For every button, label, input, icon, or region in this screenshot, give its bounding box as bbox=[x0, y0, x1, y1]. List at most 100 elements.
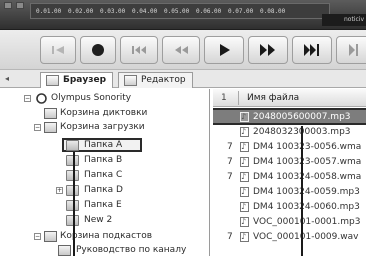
audio-file-icon bbox=[240, 200, 249, 214]
file-name: DM4 100324-0060.mp3 bbox=[253, 202, 360, 212]
skip-back-icon bbox=[132, 46, 146, 54]
time-scale: 0.01.00 0.02.00 0.03.00 0.04.00 0.05.00 … bbox=[36, 8, 288, 15]
tree-item-new-2[interactable]: New 2 bbox=[0, 214, 200, 227]
table-row[interactable]: DM4 100324-0060.mp3 bbox=[213, 200, 366, 214]
audio-file-icon bbox=[240, 125, 249, 139]
column-header-number[interactable]: 1 bbox=[221, 93, 227, 103]
table-row[interactable]: 2048032300003.mp3 bbox=[213, 125, 366, 139]
file-name: VOC_000101-0001.mp3 bbox=[253, 217, 361, 227]
scale-mark: 0.02.00 bbox=[68, 8, 94, 15]
scale-mark: 0.07.00 bbox=[228, 8, 254, 15]
record-button[interactable] bbox=[80, 36, 116, 64]
tray-icon bbox=[44, 108, 57, 119]
tree-item-folder-c[interactable]: Папка C bbox=[0, 169, 200, 182]
collapse-icon[interactable]: − bbox=[34, 124, 41, 131]
row-number: 7 bbox=[227, 232, 233, 242]
rewind-icon bbox=[175, 46, 188, 54]
collapse-icon[interactable]: − bbox=[34, 233, 41, 240]
callout-line bbox=[301, 126, 303, 256]
audio-file-icon bbox=[240, 170, 249, 184]
column-header-filename[interactable]: Имя файла bbox=[247, 93, 299, 103]
tree-label: Корзина диктовки bbox=[60, 108, 148, 118]
play-icon bbox=[220, 44, 230, 56]
fast-forward-button[interactable] bbox=[248, 36, 288, 64]
tab-label: Браузер bbox=[63, 75, 107, 85]
list-header: 1 Имя файла bbox=[213, 89, 366, 107]
browser-icon bbox=[46, 75, 59, 86]
table-row[interactable]: VOC_000101-0001.mp3 bbox=[213, 215, 366, 229]
row-number: 7 bbox=[227, 157, 233, 167]
tree-item-folder-b[interactable]: Папка B bbox=[0, 154, 200, 167]
tree-item-dictation[interactable]: Корзина диктовки bbox=[0, 107, 200, 120]
tree-item-download[interactable]: − Корзина загрузки bbox=[0, 121, 200, 134]
skip-forward-button[interactable] bbox=[292, 36, 332, 64]
tree-label: Папка E bbox=[84, 200, 122, 210]
tab-editor[interactable]: Редактор bbox=[118, 72, 193, 88]
audio-file-icon bbox=[240, 215, 249, 229]
scale-mark: 0.06.00 bbox=[196, 8, 222, 15]
rewind-button[interactable] bbox=[162, 36, 200, 64]
tree-label: Корзина загрузки bbox=[60, 122, 145, 132]
scale-mark: 0.05.00 bbox=[164, 8, 190, 15]
scale-mark: 0.01.00 bbox=[36, 8, 62, 15]
window-nub bbox=[16, 2, 24, 9]
table-row[interactable]: DM4 100324-0059.mp3 bbox=[213, 185, 366, 199]
folder-icon bbox=[66, 140, 79, 151]
skip-to-start-icon bbox=[52, 46, 64, 54]
tree-label: Папка D bbox=[84, 185, 123, 195]
tree-item-podcasts[interactable]: − Корзина подкастов bbox=[0, 230, 200, 243]
audio-file-icon bbox=[240, 155, 249, 169]
row-number: 7 bbox=[227, 172, 233, 182]
tree-label: Руководство по каналу bbox=[76, 245, 187, 255]
scale-mark: 0.04.00 bbox=[132, 8, 158, 15]
tab-label: Редактор bbox=[141, 75, 186, 85]
tree-label: Папка C bbox=[84, 170, 123, 180]
view-tabs: ◂ Браузер Редактор bbox=[0, 70, 366, 88]
file-name: DM4 100323-0057.wma bbox=[253, 157, 362, 167]
next-button[interactable] bbox=[336, 36, 366, 64]
table-row[interactable]: 7 DM4 100323-0056.wma bbox=[213, 140, 366, 154]
skip-end-icon bbox=[349, 44, 358, 56]
display-panel: 0.01.00 0.02.00 0.03.00 0.04.00 0.05.00 … bbox=[0, 0, 366, 30]
sonority-icon bbox=[36, 93, 47, 104]
tab-browser[interactable]: Браузер bbox=[40, 72, 114, 88]
corner-label: noticiv bbox=[322, 14, 366, 26]
file-name: DM4 100323-0056.wma bbox=[253, 142, 362, 152]
expand-icon[interactable]: + bbox=[56, 187, 63, 194]
tray-icon bbox=[44, 122, 57, 133]
tree-item-channel-guide[interactable]: Руководство по каналу bbox=[0, 244, 200, 256]
collapse-icon[interactable]: − bbox=[24, 95, 31, 102]
tree-item-folder-e[interactable]: Папка E bbox=[0, 199, 200, 212]
file-name: DM4 100324-0059.mp3 bbox=[253, 187, 360, 197]
tree-label: New 2 bbox=[84, 215, 113, 225]
window-nub bbox=[4, 2, 12, 9]
skip-back-button[interactable] bbox=[120, 36, 158, 64]
fast-forward-icon bbox=[260, 44, 275, 56]
audio-file-icon bbox=[240, 230, 249, 244]
tree-root[interactable]: − Olympus Sonority bbox=[0, 92, 200, 105]
editor-icon bbox=[124, 75, 137, 86]
file-list: 1 Имя файла 2048005600007.mp3 2048032300… bbox=[213, 89, 366, 256]
tree-label: Папка A bbox=[84, 140, 123, 150]
transport-toolbar bbox=[0, 30, 366, 70]
table-row[interactable]: 7 DM4 100324-0058.wma bbox=[213, 170, 366, 184]
scale-mark: 0.03.00 bbox=[100, 8, 126, 15]
play-button[interactable] bbox=[204, 36, 244, 64]
tree-label: Olympus Sonority bbox=[51, 93, 132, 103]
audio-file-icon bbox=[240, 185, 249, 199]
skip-to-start-button[interactable] bbox=[40, 36, 76, 64]
callout-line bbox=[73, 152, 75, 256]
tree-label: Папка B bbox=[84, 155, 123, 165]
selected-file-highlight bbox=[213, 108, 366, 125]
scale-mark: 0.08.00 bbox=[260, 8, 286, 15]
table-row[interactable]: 7 VOC_000101-0009.wav bbox=[213, 230, 366, 244]
tree-item-folder-d[interactable]: + Папка D bbox=[0, 184, 200, 197]
tab-scroll-left-icon[interactable]: ◂ bbox=[5, 74, 9, 83]
table-row[interactable]: 7 DM4 100323-0057.wma bbox=[213, 155, 366, 169]
column-divider bbox=[238, 91, 239, 105]
file-name: VOC_000101-0009.wav bbox=[253, 232, 359, 242]
audio-file-icon bbox=[240, 140, 249, 154]
tree-item-folder-a[interactable]: Папка A bbox=[0, 139, 200, 152]
tray-icon bbox=[44, 231, 57, 242]
folder-tree: − Olympus Sonority Корзина диктовки − Ко… bbox=[0, 89, 210, 256]
